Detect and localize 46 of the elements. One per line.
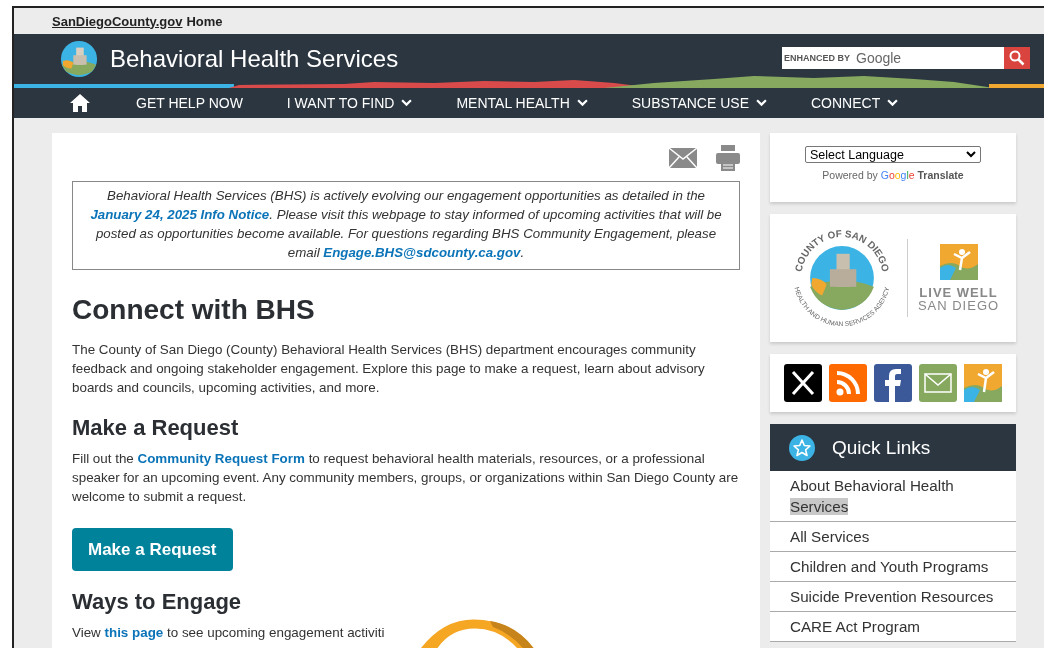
x-logo-icon[interactable] — [784, 364, 822, 402]
notice-link[interactable]: Engage.BHS@sdcounty.ca.gov — [323, 245, 521, 260]
quick-link[interactable]: Children and Youth Programs — [770, 552, 1016, 582]
caret-icon — [401, 99, 413, 107]
notice-text: Behavioral Health Services (BHS) is actively evolving our engagement opportunities as detailed in the January 24, 2025 Info Notice. Please visit this webpage to stay informed of upcoming activities that will be posted as opportunities become available. For questions regarding BHS Community Engagement, please email Engage.BHS@sdcounty.ca.gov. — [72, 181, 740, 270]
search-button[interactable] — [1004, 46, 1030, 69]
nav-menu-item[interactable]: MENTAL HEALTH — [456, 95, 588, 111]
nav-menu-item[interactable]: SUBSTANCE USE — [631, 95, 767, 111]
live-well-icon — [939, 244, 978, 280]
quick-link[interactable]: About Behavioral Health Services — [770, 471, 1016, 522]
facebook-icon[interactable] — [874, 364, 912, 402]
paragraph-text: View this page to see upcoming engagement activiti — [72, 624, 385, 642]
caret-icon — [887, 99, 899, 107]
site-home-link[interactable]: SanDiegoCounty.gov — [52, 13, 183, 29]
site-title: Behavioral Health Services — [110, 45, 399, 73]
live-well-logo-text: LIVE WELL SAN DIEGO — [917, 286, 1000, 312]
section-heading: Make a Request — [72, 415, 240, 441]
live-well-icon[interactable] — [964, 364, 1002, 402]
nav-menu-item[interactable]: CONNECT — [811, 95, 899, 111]
page-heading: Connect with BHS — [72, 294, 316, 326]
home-icon[interactable] — [70, 94, 90, 112]
language-select[interactable]: Select Language — [805, 146, 981, 163]
nav-menu-item[interactable]: I WANT TO FIND — [286, 95, 413, 111]
caret-icon — [756, 99, 767, 107]
paragraph-text: The County of San Diego (County) Behavioral Health Services (BHS) department encourages community feedback and ongoing stakeholder engagement. Explore this page to make a request, learn about advisory boards and councils, upcoming activities, and more. — [72, 341, 706, 397]
make-request-button[interactable]: Make a Request — [72, 528, 233, 571]
caret-icon — [966, 151, 976, 158]
email-icon[interactable] — [668, 147, 698, 169]
county-seal-icon — [60, 40, 98, 78]
powered-by-text: Powered by Google Translate — [822, 169, 964, 181]
rss-icon[interactable] — [829, 364, 867, 402]
caret-icon — [576, 99, 588, 107]
text-link[interactable]: this page — [104, 625, 164, 640]
search-field[interactable]: ENHANCED BY Google — [782, 46, 1004, 69]
home-label: Home — [186, 13, 223, 29]
quick-link[interactable]: Suicide Prevention Resources — [770, 582, 1016, 612]
quick-link[interactable]: CARE Act Program — [770, 612, 1016, 642]
section-heading: Ways to Engage — [72, 589, 243, 615]
quick-links-title: Quick Links — [832, 436, 931, 459]
quick-link[interactable]: All Services — [770, 522, 1016, 552]
printer-icon[interactable] — [716, 145, 740, 171]
paragraph-text: Fill out the Community Request Form to request behavioral health materials, resources, or a professional speaker for an upcoming event. Any community members, groups, or organizations within San Diego County are welcome to submit a request. — [72, 450, 740, 506]
search-icon — [1009, 49, 1025, 66]
text-link[interactable]: Community Request Form — [137, 451, 305, 466]
nav-menu-item[interactable]: GET HELP NOW — [136, 95, 243, 111]
email-icon[interactable] — [919, 364, 957, 402]
